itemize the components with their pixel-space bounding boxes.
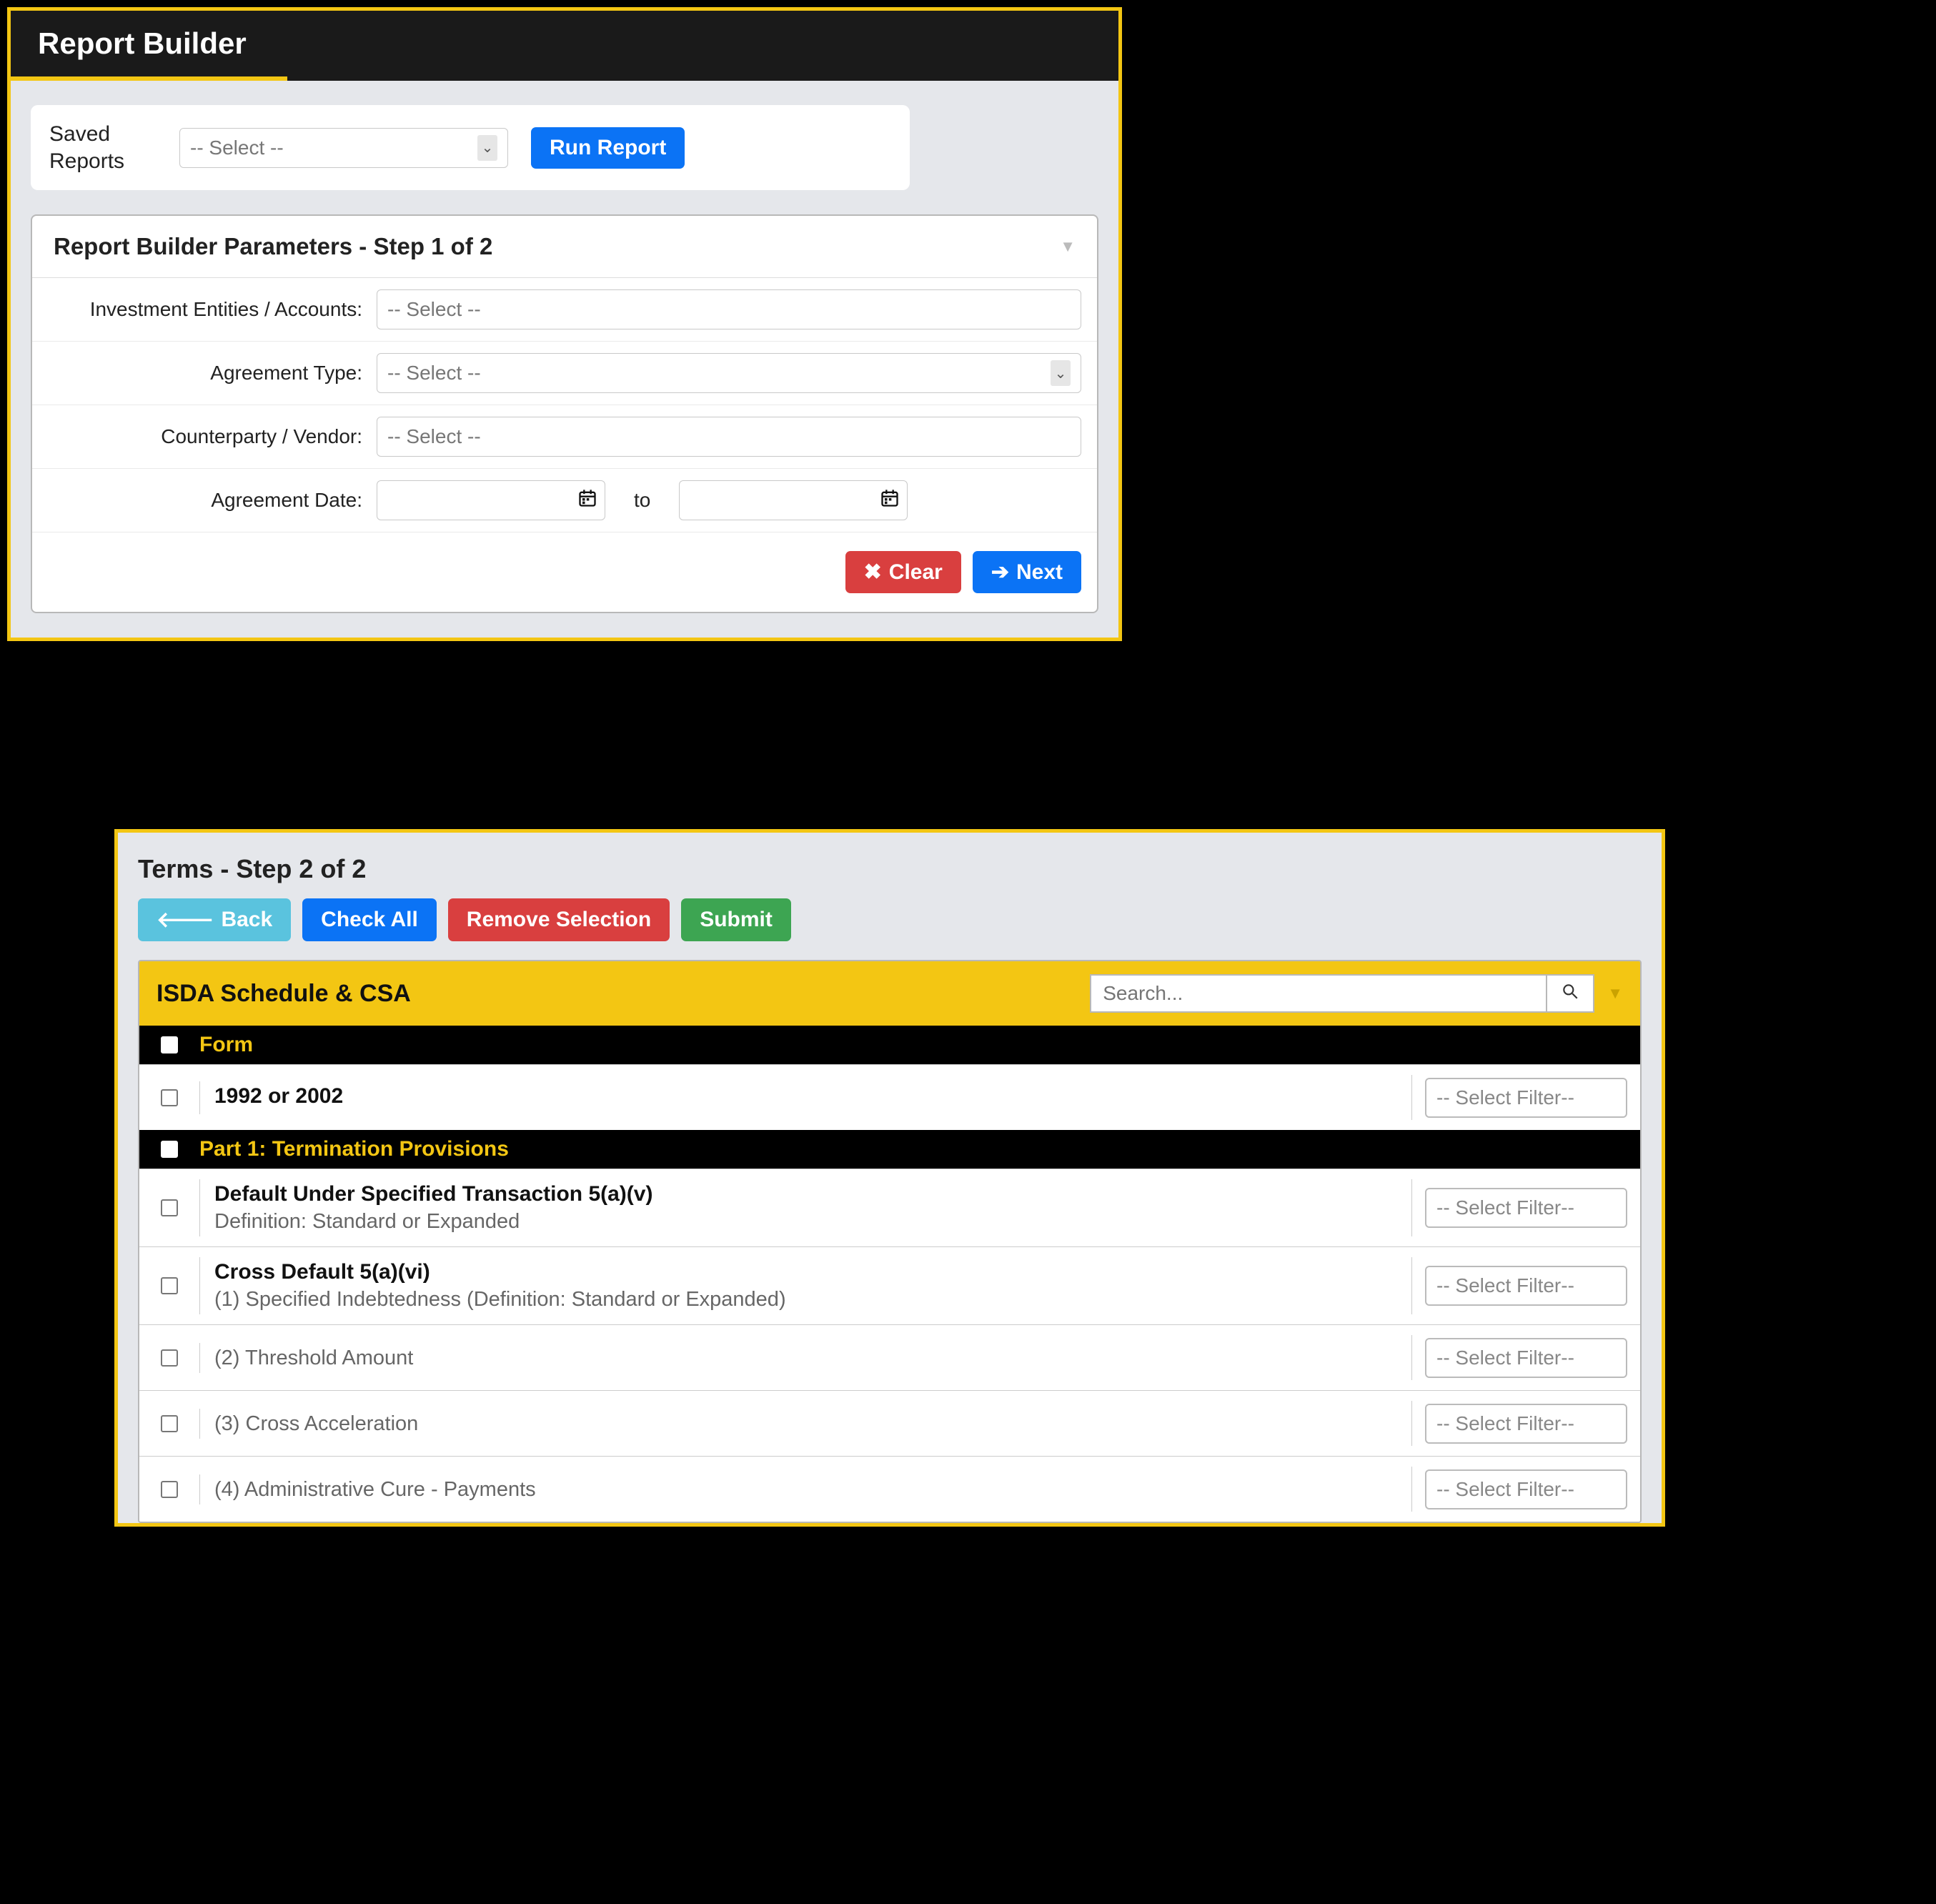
row-text: 1992 or 2002	[199, 1081, 1411, 1114]
select-placeholder: -- Select --	[190, 137, 284, 159]
section-header: Part 1: Termination Provisions	[139, 1130, 1640, 1169]
row-checkbox[interactable]	[161, 1199, 178, 1216]
param-row-entities: Investment Entities / Accounts: -- Selec…	[32, 278, 1097, 342]
row-checkbox[interactable]	[161, 1349, 178, 1367]
row-text: (2) Threshold Amount	[199, 1343, 1411, 1373]
filter-select[interactable]: -- Select Filter--	[1425, 1078, 1627, 1118]
terms-panel: Terms - Step 2 of 2 🡐 Back Check All Rem…	[114, 829, 1665, 1527]
row-subtitle: (4) Administrative Cure - Payments	[214, 1478, 536, 1501]
section-header: Form	[139, 1026, 1640, 1064]
filter-select[interactable]: -- Select Filter--	[1425, 1188, 1627, 1228]
saved-reports-label: Saved Reports	[49, 121, 157, 174]
isda-card: ISDA Schedule & CSA ▼ Form 1992 or 2002	[138, 960, 1642, 1523]
row-title: Default Under Specified Transaction 5(a)…	[214, 1182, 1397, 1206]
check-all-button[interactable]: Check All	[302, 898, 437, 941]
param-row-date: Agreement Date: to	[32, 469, 1097, 532]
table-row: (2) Threshold Amount -- Select Filter--	[139, 1324, 1640, 1390]
isda-header: ISDA Schedule & CSA ▼	[139, 961, 1640, 1026]
saved-reports-select[interactable]: -- Select -- ⌄	[179, 128, 508, 168]
row-checkbox[interactable]	[161, 1277, 178, 1294]
row-subtitle: (2) Threshold Amount	[214, 1347, 413, 1369]
counterparty-label: Counterparty / Vendor:	[48, 423, 362, 450]
agreement-date-label: Agreement Date:	[48, 487, 362, 514]
row-checkbox[interactable]	[161, 1415, 178, 1432]
row-text: (3) Cross Acceleration	[199, 1409, 1411, 1439]
run-report-button[interactable]: Run Report	[531, 127, 685, 169]
remove-selection-button[interactable]: Remove Selection	[448, 898, 670, 941]
button-row: 🡐 Back Check All Remove Selection Submit	[138, 898, 1642, 941]
entities-label: Investment Entities / Accounts:	[48, 296, 362, 323]
row-title: Cross Default 5(a)(vi)	[214, 1260, 1397, 1284]
to-label: to	[634, 489, 650, 512]
calendar-icon	[577, 488, 597, 513]
chevron-down-icon: ⌄	[477, 135, 497, 161]
agreement-type-select[interactable]: -- Select -- ⌄	[377, 353, 1081, 393]
section-title: Part 1: Termination Provisions	[199, 1137, 509, 1161]
row-text: Cross Default 5(a)(vi) (1) Specified Inde…	[199, 1257, 1411, 1314]
entities-select[interactable]: -- Select --	[377, 289, 1081, 329]
row-title: 1992 or 2002	[214, 1084, 1397, 1109]
search-wrap	[1090, 974, 1594, 1013]
param-row-counterparty: Counterparty / Vendor: -- Select --	[32, 405, 1097, 469]
agreement-type-label: Agreement Type:	[48, 360, 362, 387]
collapse-icon[interactable]: ▼	[1607, 984, 1623, 1003]
date-to-input[interactable]	[679, 480, 908, 520]
section-title: Form	[199, 1033, 253, 1057]
row-subtitle: (3) Cross Acceleration	[214, 1412, 418, 1435]
close-icon: ✖	[864, 560, 882, 585]
isda-table: Form 1992 or 2002 -- Select Filter-- Par…	[139, 1026, 1640, 1522]
filter-select[interactable]: -- Select Filter--	[1425, 1404, 1627, 1444]
isda-title: ISDA Schedule & CSA	[157, 980, 411, 1008]
clear-button[interactable]: ✖ Clear	[845, 551, 961, 593]
page-title: Report Builder	[11, 11, 1118, 81]
table-row: (3) Cross Acceleration -- Select Filter-…	[139, 1390, 1640, 1456]
saved-reports-row: Saved Reports -- Select -- ⌄ Run Report	[31, 105, 910, 190]
table-row: 1992 or 2002 -- Select Filter--	[139, 1064, 1640, 1130]
section-checkbox[interactable]	[161, 1036, 178, 1053]
params-card: Report Builder Parameters - Step 1 of 2 …	[31, 214, 1098, 613]
filter-select[interactable]: -- Select Filter--	[1425, 1469, 1627, 1509]
terms-title: Terms - Step 2 of 2	[138, 854, 1642, 884]
calendar-icon	[880, 488, 900, 513]
row-subtitle: (1) Specified Indebtedness (Definition: …	[214, 1288, 786, 1311]
arrow-left-icon: 🡐	[157, 907, 214, 933]
filter-select[interactable]: -- Select Filter--	[1425, 1266, 1627, 1306]
param-row-agreement-type: Agreement Type: -- Select -- ⌄	[32, 342, 1097, 405]
search-input[interactable]	[1090, 974, 1547, 1013]
search-icon	[1561, 982, 1579, 1006]
row-checkbox[interactable]	[161, 1089, 178, 1106]
table-row: Default Under Specified Transaction 5(a)…	[139, 1169, 1640, 1246]
next-button[interactable]: ➔ Next	[973, 551, 1081, 593]
arrow-right-icon: ➔	[991, 560, 1009, 585]
back-button[interactable]: 🡐 Back	[138, 898, 291, 941]
collapse-icon: ▼	[1060, 237, 1076, 256]
table-row: Cross Default 5(a)(vi) (1) Specified Inde…	[139, 1246, 1640, 1324]
section-checkbox[interactable]	[161, 1141, 178, 1158]
chevron-down-icon: ⌄	[1051, 360, 1071, 386]
table-row: (4) Administrative Cure - Payments -- Se…	[139, 1456, 1640, 1522]
params-title[interactable]: Report Builder Parameters - Step 1 of 2 …	[32, 216, 1097, 278]
submit-button[interactable]: Submit	[681, 898, 791, 941]
counterparty-select[interactable]: -- Select --	[377, 417, 1081, 457]
row-checkbox[interactable]	[161, 1481, 178, 1498]
row-subtitle: Definition: Standard or Expanded	[214, 1210, 520, 1233]
row-text: (4) Administrative Cure - Payments	[199, 1474, 1411, 1504]
date-from-input[interactable]	[377, 480, 605, 520]
search-button[interactable]	[1547, 974, 1594, 1013]
report-builder-panel: Report Builder Saved Reports -- Select -…	[7, 7, 1122, 641]
action-row: ✖ Clear ➔ Next	[32, 532, 1097, 612]
filter-select[interactable]: -- Select Filter--	[1425, 1338, 1627, 1378]
row-text: Default Under Specified Transaction 5(a)…	[199, 1179, 1411, 1236]
